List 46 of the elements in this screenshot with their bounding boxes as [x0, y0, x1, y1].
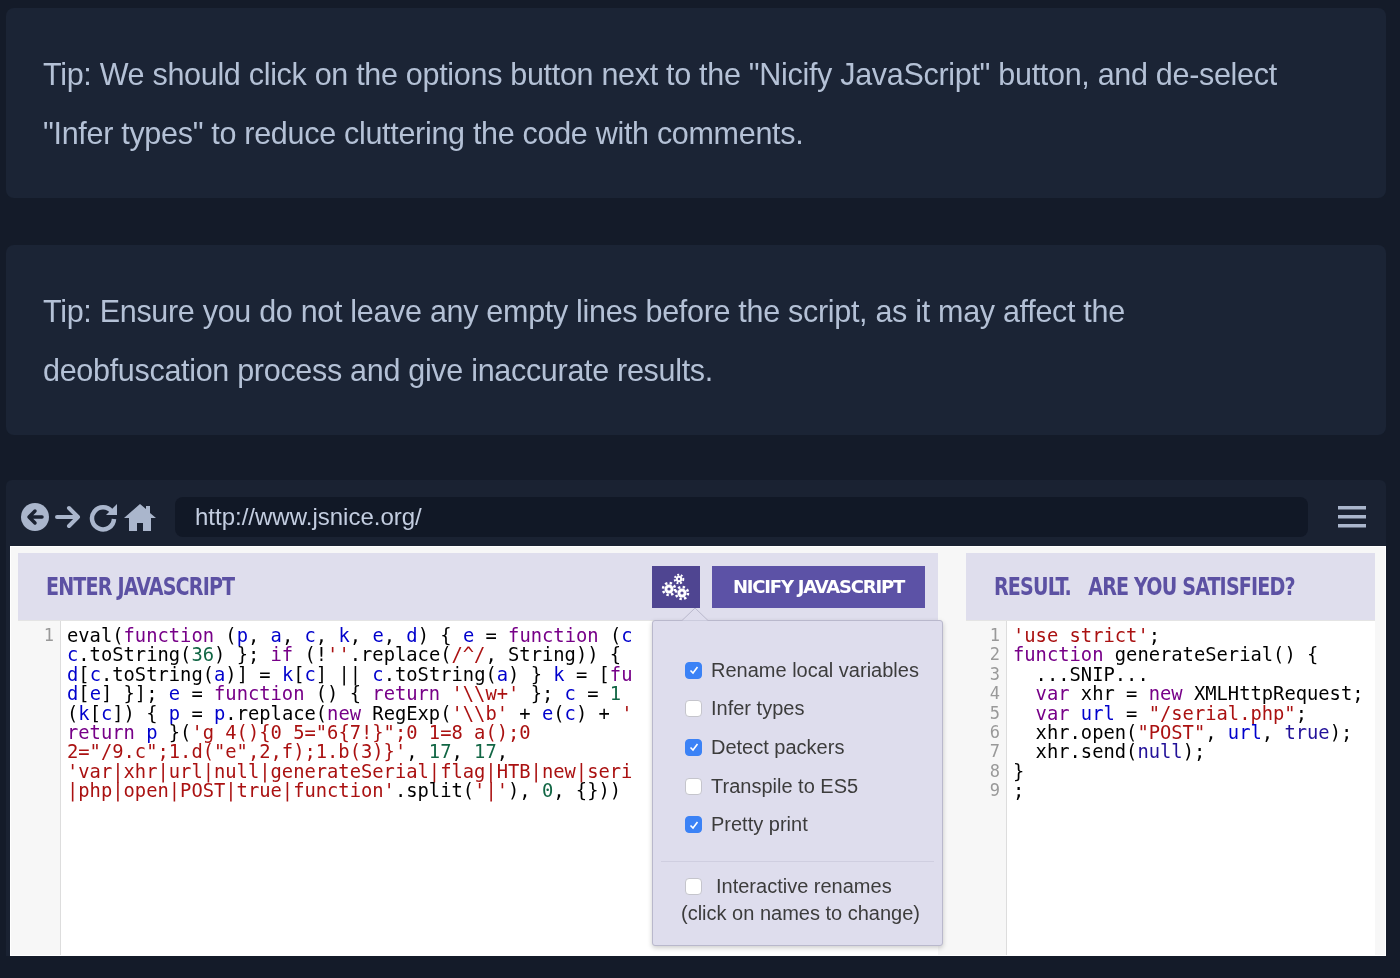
line-number: 2 [989, 644, 1000, 665]
option-checkbox[interactable]: Interactive renames [653, 871, 942, 902]
url-field[interactable]: http://www.jsnice.org/ [175, 497, 1308, 537]
forward-icon[interactable] [55, 504, 83, 530]
tip-text: Tip: Ensure you do not leave any empty lines before the script, as it may affect the deobfuscation process and give inaccurate results. [43, 293, 1126, 390]
line-number: 4 [989, 683, 1000, 704]
tip-text: Tip: We should click on the options button next to the "Nicify JavaScript" button, and de-select "Infer types" to reduce cluttering the code with comments. [43, 56, 1278, 153]
code-line: 'var|xhr|url|null|generateSerial|flag|HTB|new|seri [67, 761, 633, 782]
option-checkbox[interactable]: Infer types [653, 689, 942, 729]
line-number: 1 [989, 625, 1000, 645]
code-line: d[c.toString(a)] = k[c] || c.toString(a) } k = [fu [67, 664, 633, 685]
code-line: } [1013, 761, 1026, 782]
options-button[interactable] [652, 565, 700, 608]
code-line: ...SNIP... [1034, 664, 1149, 685]
option-checkbox[interactable]: Detect packers [653, 728, 942, 767]
code-line: ; [1013, 781, 1026, 801]
line-number: 5 [989, 702, 1000, 723]
line-number: 1 [43, 625, 54, 645]
gears-icon [661, 572, 691, 601]
option-checkbox[interactable]: Transpile to ES5 [653, 766, 942, 806]
code-line: function generateSerial() { [1013, 645, 1320, 665]
line-number: 3 [989, 663, 1000, 684]
nicify-button[interactable]: NICIFY JAVASCRIPT [712, 565, 925, 608]
checkmark-icon [687, 664, 700, 677]
line-number: 8 [989, 760, 1000, 781]
reload-icon[interactable] [88, 502, 118, 532]
panel-title: ENTER JAVASCRIPT [46, 572, 235, 601]
home-icon[interactable] [123, 502, 157, 532]
checkmark-icon [687, 741, 700, 754]
line-number: 9 [989, 780, 1000, 801]
option-note: (click on names to change) [680, 901, 921, 925]
option-checkbox[interactable]: Pretty print [653, 805, 942, 844]
code-line: c.toString(36) }; if (!''.replace(/^/, String)) { [67, 645, 622, 665]
code-line: var url = "/serial.php"; [1034, 703, 1307, 723]
panel-title: RESULT. ARE YOU SATISFIED? [994, 572, 1295, 601]
back-icon[interactable] [20, 502, 50, 532]
code-line: eval(function (p, a, c, k, e, d) { e = function (c [67, 626, 633, 646]
code-line: 2="/9.c";1.d("e",2,f);1.b(3)}', 17, 17, [67, 742, 509, 762]
line-number: 7 [989, 741, 1000, 762]
code-line: var xhr = new XMLHttpRequest; [1034, 684, 1364, 704]
line-number: 6 [989, 721, 1000, 742]
menu-icon[interactable] [1338, 505, 1366, 529]
code-line: (k[c]) { p = p.replace(new RegExp('\\b' + e(c) + ' [67, 703, 633, 723]
code-line: 'use strict'; [1013, 626, 1161, 646]
code-line: xhr.send(null); [1034, 742, 1207, 762]
option-checkbox[interactable]: Rename local variables [653, 651, 942, 690]
